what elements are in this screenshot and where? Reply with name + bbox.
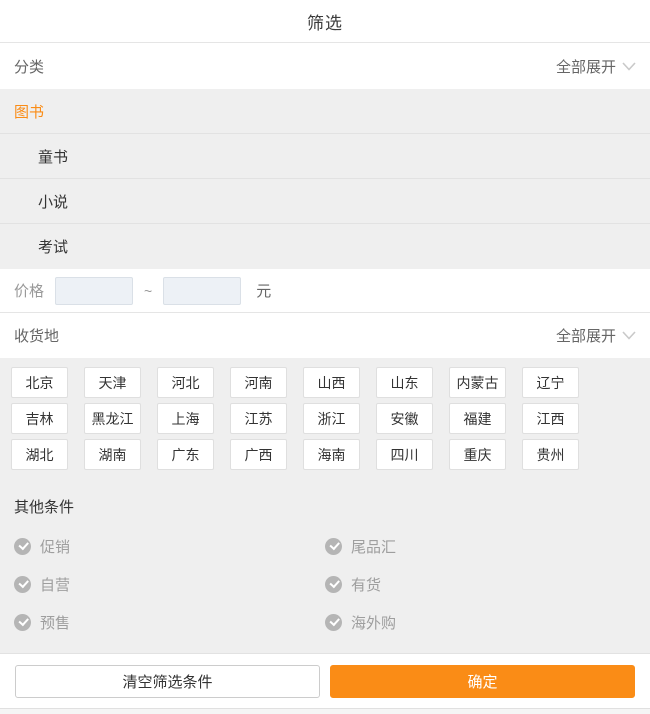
region-section-header: 收货地 全部展开 [0,313,650,358]
price-label: 价格 [14,280,44,301]
panel-title: 筛选 [307,9,343,34]
condition-item[interactable]: 尾品汇 [325,527,636,565]
region-button[interactable]: 重庆 [449,439,506,470]
region-button[interactable]: 江西 [522,403,579,434]
region-button[interactable]: 上海 [157,403,214,434]
bottom-divider [0,708,650,714]
clear-filters-button[interactable]: 清空筛选条件 [15,665,320,698]
check-circle-icon [14,576,31,593]
condition-item[interactable]: 有货 [325,565,636,603]
region-button[interactable]: 河北 [157,367,214,398]
region-button[interactable]: 广西 [230,439,287,470]
category-item[interactable]: 小说 [0,179,650,224]
region-button[interactable]: 山东 [376,367,433,398]
check-circle-icon [14,538,31,555]
check-circle-icon [325,576,342,593]
region-button[interactable]: 河南 [230,367,287,398]
check-circle-icon [14,614,31,631]
condition-item[interactable]: 海外购 [325,603,636,641]
region-button[interactable]: 辽宁 [522,367,579,398]
category-item[interactable]: 童书 [0,134,650,179]
condition-label: 海外购 [351,612,396,633]
footer: 清空筛选条件 确定 [0,653,650,714]
condition-item[interactable]: 促销 [14,527,325,565]
price-min-input[interactable] [55,277,133,305]
panel-header: 筛选 [0,0,650,43]
category-item[interactable]: 考试 [0,224,650,269]
region-button[interactable]: 广东 [157,439,214,470]
category-label: 分类 [14,56,44,77]
confirm-button[interactable]: 确定 [330,665,635,698]
footer-button-row: 清空筛选条件 确定 [0,654,650,698]
region-button[interactable]: 吉林 [11,403,68,434]
chevron-down-icon [622,62,636,71]
category-item-parent[interactable]: 图书 [0,89,650,134]
filter-panel: 筛选 分类 全部展开 图书 童书 小说 考试 价格 ~ 元 收货地 全部展开 [0,0,650,704]
price-row: 价格 ~ 元 [0,269,650,313]
region-button[interactable]: 海南 [303,439,360,470]
region-button[interactable]: 浙江 [303,403,360,434]
price-unit-label: 元 [256,280,271,301]
condition-item[interactable]: 预售 [14,603,325,641]
condition-label: 自营 [40,574,70,595]
region-expand-label: 全部展开 [556,325,616,346]
region-expand-toggle[interactable]: 全部展开 [556,325,636,346]
check-circle-icon [325,538,342,555]
condition-label: 尾品汇 [351,536,396,557]
region-button[interactable]: 四川 [376,439,433,470]
price-range-separator: ~ [144,283,152,299]
condition-label: 有货 [351,574,381,595]
condition-label: 促销 [40,536,70,557]
region-button[interactable]: 天津 [84,367,141,398]
region-button[interactable]: 北京 [11,367,68,398]
category-section-header: 分类 全部展开 [0,43,650,89]
region-button[interactable]: 湖南 [84,439,141,470]
other-conditions-section: 其他条件 促销 尾品汇 自营 有货 预售 [0,480,650,653]
price-max-input[interactable] [163,277,241,305]
region-button[interactable]: 安徽 [376,403,433,434]
region-button[interactable]: 湖北 [11,439,68,470]
category-expand-toggle[interactable]: 全部展开 [556,56,636,77]
region-button[interactable]: 内蒙古 [449,367,506,398]
condition-grid: 促销 尾品汇 自营 有货 预售 海外购 [14,527,636,641]
region-grid: 北京 天津 河北 河南 山西 山东 内蒙古 辽宁 吉林 黑龙江 上海 江苏 浙江… [0,358,650,480]
region-label: 收货地 [14,325,59,346]
condition-item[interactable]: 自营 [14,565,325,603]
region-button[interactable]: 福建 [449,403,506,434]
condition-label: 预售 [40,612,70,633]
region-button[interactable]: 黑龙江 [84,403,141,434]
check-circle-icon [325,614,342,631]
category-list: 图书 童书 小说 考试 [0,89,650,269]
region-button[interactable]: 贵州 [522,439,579,470]
chevron-down-icon [622,331,636,340]
category-expand-label: 全部展开 [556,56,616,77]
region-button[interactable]: 山西 [303,367,360,398]
other-conditions-title: 其他条件 [14,480,636,527]
region-button[interactable]: 江苏 [230,403,287,434]
